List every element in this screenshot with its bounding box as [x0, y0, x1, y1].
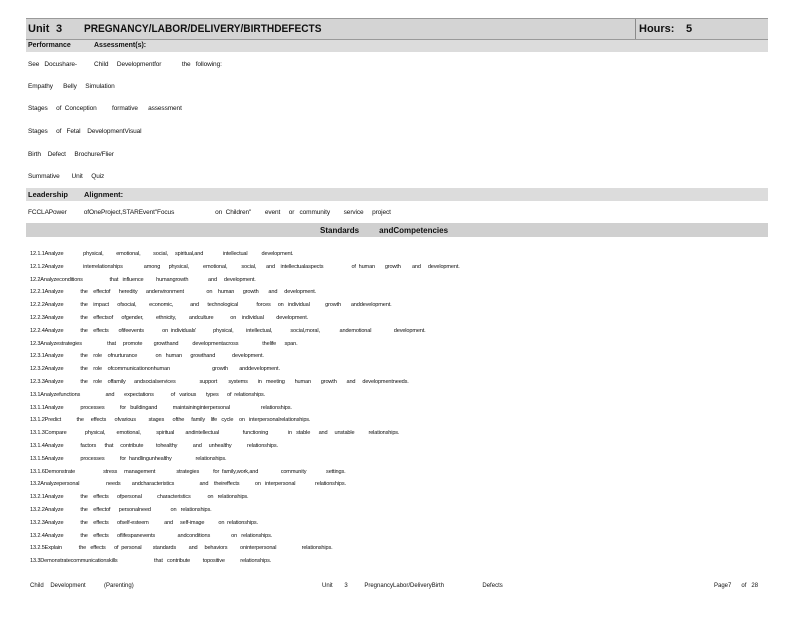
standard-item: 12.3.1Analyze the role ofnurturance on h… [30, 353, 264, 360]
leadership-text: FCCLAPower ofOneProject,STAREvent"Focus … [28, 209, 391, 216]
assessment-item: Summative Unit Quiz [28, 173, 105, 180]
standards-title: Standards andCompetencies [320, 226, 449, 235]
standard-item: 13.3Demonstratecommunicationskills that … [30, 558, 272, 565]
standard-item: 13.1Analyzefunctions and expectations of… [30, 391, 266, 398]
standard-item: 13.1.3Compare physical, emotional, spiri… [30, 430, 400, 437]
performance-assessment-bar: Performance Assessment(s): [26, 40, 768, 52]
performance-label: Performance [28, 42, 71, 49]
page-footer: Child Development (Parenting) Unit 3 Pre… [26, 583, 768, 593]
unit-header-bar: Unit 3 PREGNANCY/LABOR/DELIVERY/BIRTHDEF… [26, 18, 768, 40]
hours-value: 5 [686, 23, 693, 35]
footer-course: Child Development (Parenting) [30, 583, 134, 589]
standard-item: 13.1.6Demonstrate stress management stra… [30, 468, 346, 475]
assessment-item: Stages of Fetal DevelopmentVisual [28, 128, 142, 135]
standard-item: 12.3Analyzestrategies that promote growt… [30, 340, 298, 347]
standard-item: 12.1.1Analyze physical, emotional, socia… [30, 251, 294, 257]
standard-item: 13.2.3Analyze the effects ofself-esteem … [30, 519, 258, 526]
standard-item: 12.2.4Analyze the effects ofifeevents on… [30, 327, 426, 334]
footer-page-number: Page7 of 28 [714, 583, 759, 589]
standard-item: 12.2.2Analyze the impact ofsocial, econo… [30, 302, 392, 309]
standard-item: 12.2.1Analyze the effectof heredity ande… [30, 289, 317, 296]
standard-item: 13.1.5Analyze processes for handlingunhe… [30, 455, 227, 462]
assessment-item: Birth Defect Brochure/Flier [28, 151, 114, 158]
standard-item: 13.2.1Analyze the effects ofpersonal cha… [30, 494, 249, 501]
standard-item: 13.2.5Explain the effects of personal st… [30, 545, 333, 552]
standard-item: 13.2.2Analyze the effectof personalneed … [30, 506, 212, 513]
standard-item: 13.1.2Predict the effects ofvarious stag… [30, 417, 311, 424]
standard-item: 13.1.1Analyze processes for buildingand … [30, 404, 292, 411]
leadership-alignment-bar: Leadership Alignment: [26, 188, 768, 201]
standard-item: 13.2.4Analyze the effects oflifespaneven… [30, 532, 273, 539]
standard-item: 12.2.3Analyze the effectsof ofgender, et… [30, 314, 309, 321]
standard-item: 13.1.4Analyze factors that contribute to… [30, 442, 278, 449]
assessment-item: Empathy Belly Simulation [28, 83, 115, 90]
standards-list: 12.1.1Analyze physical, emotional, socia… [30, 251, 750, 571]
standard-item: 12.2Analyzeconditions that influence hum… [30, 276, 256, 283]
assessment-item: Stages of Conception formative assessmen… [28, 105, 182, 112]
hours-label: Hours: [639, 23, 675, 35]
alignment-label: Alignment: [84, 190, 124, 199]
standard-item: 13.2Analyzepersonal needs andcharacteris… [30, 481, 346, 488]
footer-unit: Unit 3 PregnancyLabor/DeliveryBirth Defe… [322, 583, 503, 589]
assessment-label: Assessment(s): [94, 42, 147, 49]
assessment-item: See Docushare- Child Developmentfor the … [28, 61, 222, 68]
unit-label: Unit [28, 23, 50, 35]
document-page: Unit 3 PREGNANCY/LABOR/DELIVERY/BIRTHDEF… [26, 18, 768, 589]
standard-item: 12.3.3Analyze the role offamily andsocia… [30, 378, 409, 385]
leadership-label: Leadership [28, 190, 69, 199]
unit-title: PREGNANCY/LABOR/DELIVERY/BIRTHDEFECTS [84, 23, 322, 35]
standard-item: 12.3.2Analyze the role ofcommunicationon… [30, 366, 280, 373]
unit-number: 3 [56, 23, 63, 35]
header-divider [635, 19, 636, 39]
standard-item: 12.1.2Analyze interrelationships among p… [30, 263, 460, 270]
standards-bar: Standards andCompetencies [26, 223, 768, 237]
